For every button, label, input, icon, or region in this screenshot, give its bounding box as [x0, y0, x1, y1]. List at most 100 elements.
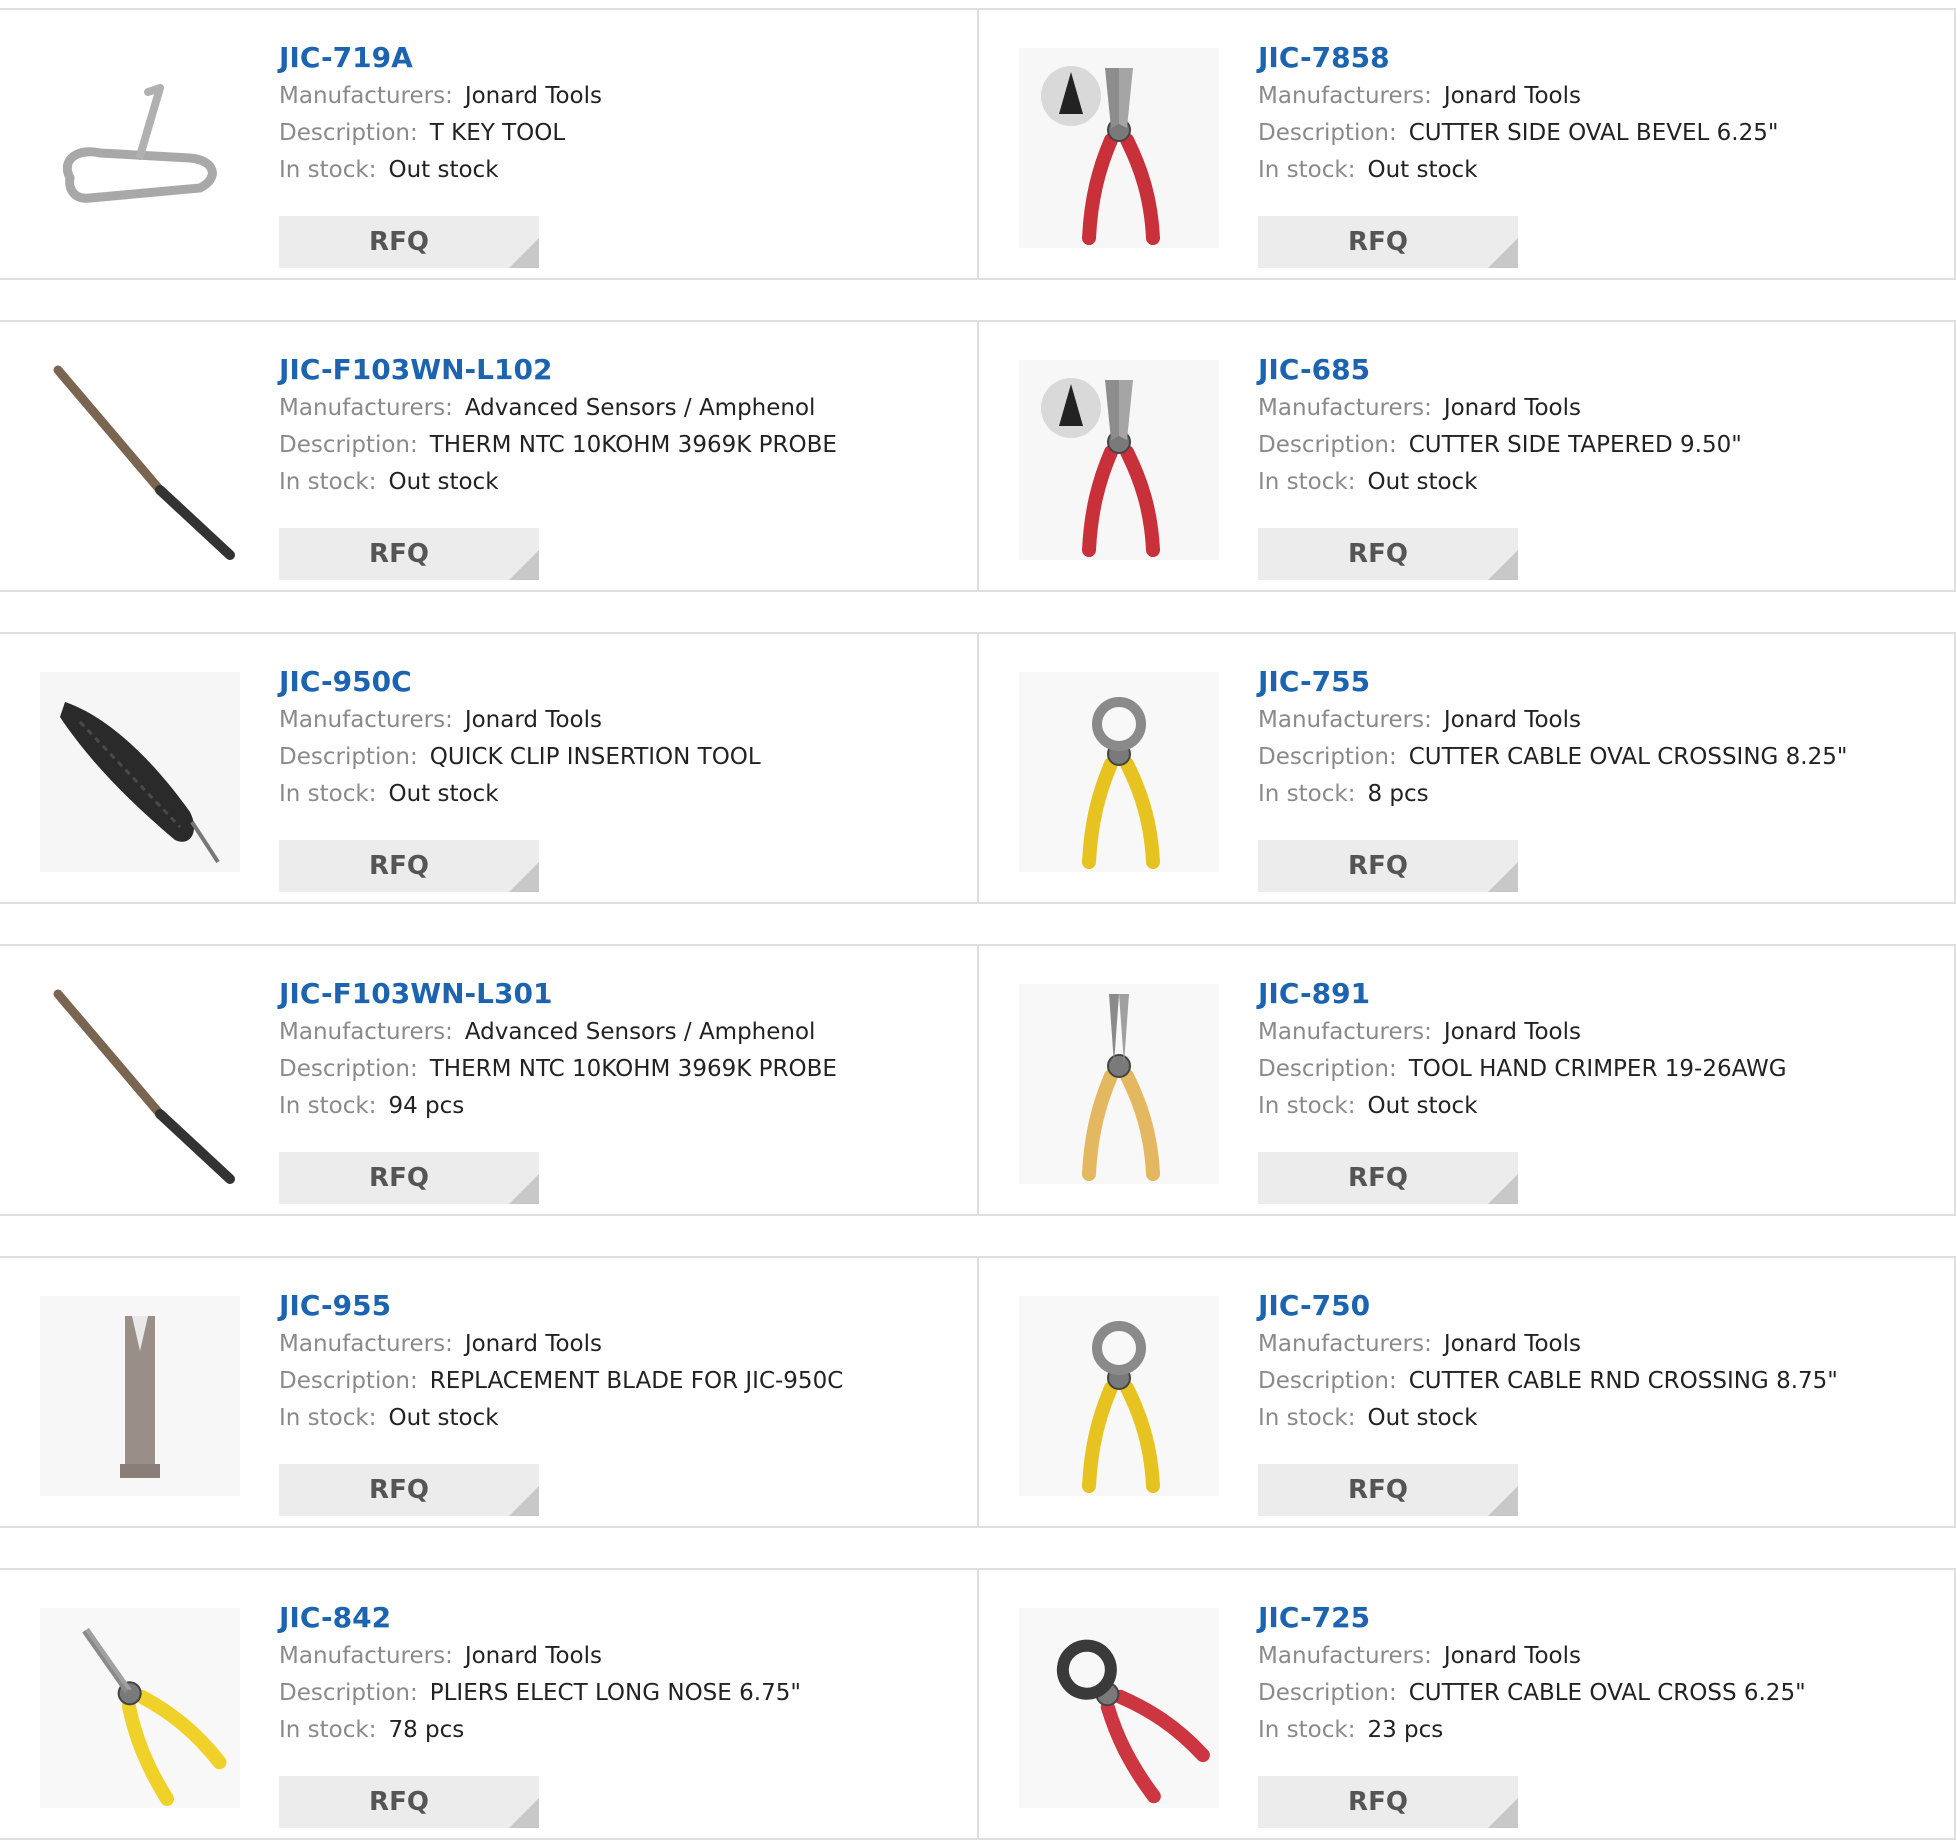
manufacturer-label: Manufacturers:	[279, 707, 453, 733]
product-card: JIC-891 Manufacturers: Jonard Tools Descr…	[977, 946, 1956, 1214]
manufacturer-value: Advanced Sensors / Amphenol	[464, 395, 816, 421]
description: Description: THERM NTC 10KOHM 3969K PROBE	[279, 427, 837, 464]
part-number-link[interactable]: JIC-725	[1258, 1598, 1806, 1638]
rfq-button[interactable]: RFQ	[279, 528, 539, 580]
rfq-button[interactable]: RFQ	[279, 216, 539, 268]
description: Description: PLIERS ELECT LONG NOSE 6.75"	[279, 1675, 801, 1712]
rfq-button[interactable]: RFQ	[1258, 840, 1518, 892]
manufacturer-value: Jonard Tools	[464, 1643, 602, 1669]
manufacturer-label: Manufacturers:	[279, 1643, 453, 1669]
rfq-button[interactable]: RFQ	[279, 1152, 539, 1204]
part-number-link[interactable]: JIC-891	[1258, 974, 1787, 1014]
corner-fold-icon	[509, 862, 539, 892]
part-number-link[interactable]: JIC-955	[279, 1286, 843, 1326]
t-key-tool-icon[interactable]	[40, 48, 240, 248]
product-info: JIC-F103WN-L102 Manufacturers: Advanced S…	[279, 350, 837, 501]
rfq-button[interactable]: RFQ	[1258, 1464, 1518, 1516]
crimper-tan-icon[interactable]	[1019, 984, 1219, 1184]
manufacturer: Manufacturers: Jonard Tools	[279, 1326, 843, 1363]
rfq-button[interactable]: RFQ	[1258, 216, 1518, 268]
manufacturer-label: Manufacturers:	[1258, 83, 1432, 109]
rfq-button-label: RFQ	[369, 227, 429, 257]
description: Description: T KEY TOOL	[279, 115, 602, 152]
side-cutter-red-icon[interactable]	[1019, 48, 1219, 248]
manufacturer-label: Manufacturers:	[1258, 395, 1432, 421]
corner-fold-icon	[1488, 1174, 1518, 1204]
part-number-link[interactable]: JIC-755	[1258, 662, 1847, 702]
description-value: QUICK CLIP INSERTION TOOL	[429, 744, 761, 770]
description-value: T KEY TOOL	[429, 120, 566, 146]
manufacturer-label: Manufacturers:	[1258, 1643, 1432, 1669]
product-row: JIC-950C Manufacturers: Jonard Tools Desc…	[0, 632, 1956, 904]
manufacturer-label: Manufacturers:	[279, 395, 453, 421]
manufacturer-value: Jonard Tools	[1443, 1643, 1581, 1669]
manufacturer: Manufacturers: Jonard Tools	[279, 78, 602, 115]
part-number-link[interactable]: JIC-7858	[1258, 38, 1778, 78]
corner-fold-icon	[509, 1798, 539, 1828]
stock-status-value: Out stock	[388, 781, 499, 807]
manufacturer: Manufacturers: Jonard Tools	[279, 702, 761, 739]
corner-fold-icon	[1488, 1798, 1518, 1828]
manufacturer-label: Manufacturers:	[1258, 1331, 1432, 1357]
stock-status-label: In stock:	[1258, 781, 1356, 807]
part-number-link[interactable]: JIC-950C	[279, 662, 761, 702]
description-value: CUTTER CABLE OVAL CROSSING 8.25"	[1408, 744, 1848, 770]
stock-status: In stock: Out stock	[279, 1400, 843, 1437]
stock-status-value: 94 pcs	[388, 1093, 465, 1119]
product-card: JIC-685 Manufacturers: Jonard Tools Descr…	[977, 322, 1956, 590]
manufacturer-label: Manufacturers:	[279, 83, 453, 109]
thermistor-probe-icon[interactable]	[40, 984, 240, 1184]
product-info: JIC-755 Manufacturers: Jonard Tools Descr…	[1258, 662, 1847, 813]
part-number-link[interactable]: JIC-842	[279, 1598, 801, 1638]
rfq-button-label: RFQ	[1348, 539, 1408, 569]
stock-status-label: In stock:	[279, 1093, 377, 1119]
corner-fold-icon	[1488, 238, 1518, 268]
stock-status-label: In stock:	[1258, 1093, 1356, 1119]
description-label: Description:	[279, 432, 418, 458]
rfq-button[interactable]: RFQ	[279, 840, 539, 892]
rfq-button[interactable]: RFQ	[1258, 528, 1518, 580]
stock-status-label: In stock:	[279, 157, 377, 183]
description-label: Description:	[1258, 1680, 1397, 1706]
insertion-tool-icon[interactable]	[40, 672, 240, 872]
part-number-link[interactable]: JIC-F103WN-L102	[279, 350, 837, 390]
rfq-button[interactable]: RFQ	[279, 1776, 539, 1828]
manufacturer: Manufacturers: Jonard Tools	[1258, 702, 1847, 739]
cable-cutter-yellow-icon[interactable]	[1019, 1296, 1219, 1496]
manufacturer: Manufacturers: Jonard Tools	[1258, 390, 1742, 427]
rfq-button[interactable]: RFQ	[1258, 1152, 1518, 1204]
side-cutter-red-icon[interactable]	[1019, 360, 1219, 560]
corner-fold-icon	[1488, 550, 1518, 580]
product-info: JIC-725 Manufacturers: Jonard Tools Descr…	[1258, 1598, 1806, 1749]
stock-status-value: Out stock	[388, 1405, 499, 1431]
product-info: JIC-750 Manufacturers: Jonard Tools Descr…	[1258, 1286, 1838, 1437]
manufacturer: Manufacturers: Advanced Sensors / Ampheno…	[279, 1014, 837, 1051]
rfq-button-label: RFQ	[1348, 227, 1408, 257]
description-value: THERM NTC 10KOHM 3969K PROBE	[429, 1056, 837, 1082]
thermistor-probe-icon[interactable]	[40, 360, 240, 560]
stock-status-value: Out stock	[1367, 1405, 1478, 1431]
replacement-blade-icon[interactable]	[40, 1296, 240, 1496]
part-number-link[interactable]: JIC-685	[1258, 350, 1742, 390]
product-card: JIC-750 Manufacturers: Jonard Tools Descr…	[977, 1258, 1956, 1526]
description-label: Description:	[279, 120, 418, 146]
product-card: JIC-F103WN-L102 Manufacturers: Advanced S…	[0, 322, 978, 590]
description-label: Description:	[279, 1056, 418, 1082]
product-info: JIC-685 Manufacturers: Jonard Tools Descr…	[1258, 350, 1742, 501]
part-number-link[interactable]: JIC-719A	[279, 38, 602, 78]
product-card: JIC-7858 Manufacturers: Jonard Tools Desc…	[977, 10, 1956, 278]
description: Description: REPLACEMENT BLADE FOR JIC-95…	[279, 1363, 843, 1400]
product-info: JIC-F103WN-L301 Manufacturers: Advanced S…	[279, 974, 837, 1125]
part-number-link[interactable]: JIC-750	[1258, 1286, 1838, 1326]
stock-status-label: In stock:	[1258, 469, 1356, 495]
rfq-button[interactable]: RFQ	[279, 1464, 539, 1516]
stock-status-label: In stock:	[279, 469, 377, 495]
stock-status-label: In stock:	[1258, 1717, 1356, 1743]
product-row: JIC-F103WN-L301 Manufacturers: Advanced S…	[0, 944, 1956, 1216]
cable-cutter-red-icon[interactable]	[1019, 1608, 1219, 1808]
part-number-link[interactable]: JIC-F103WN-L301	[279, 974, 837, 1014]
rfq-button[interactable]: RFQ	[1258, 1776, 1518, 1828]
cable-cutter-yellow-icon[interactable]	[1019, 672, 1219, 872]
long-nose-pliers-yellow-icon[interactable]	[40, 1608, 240, 1808]
manufacturer: Manufacturers: Jonard Tools	[1258, 1326, 1838, 1363]
